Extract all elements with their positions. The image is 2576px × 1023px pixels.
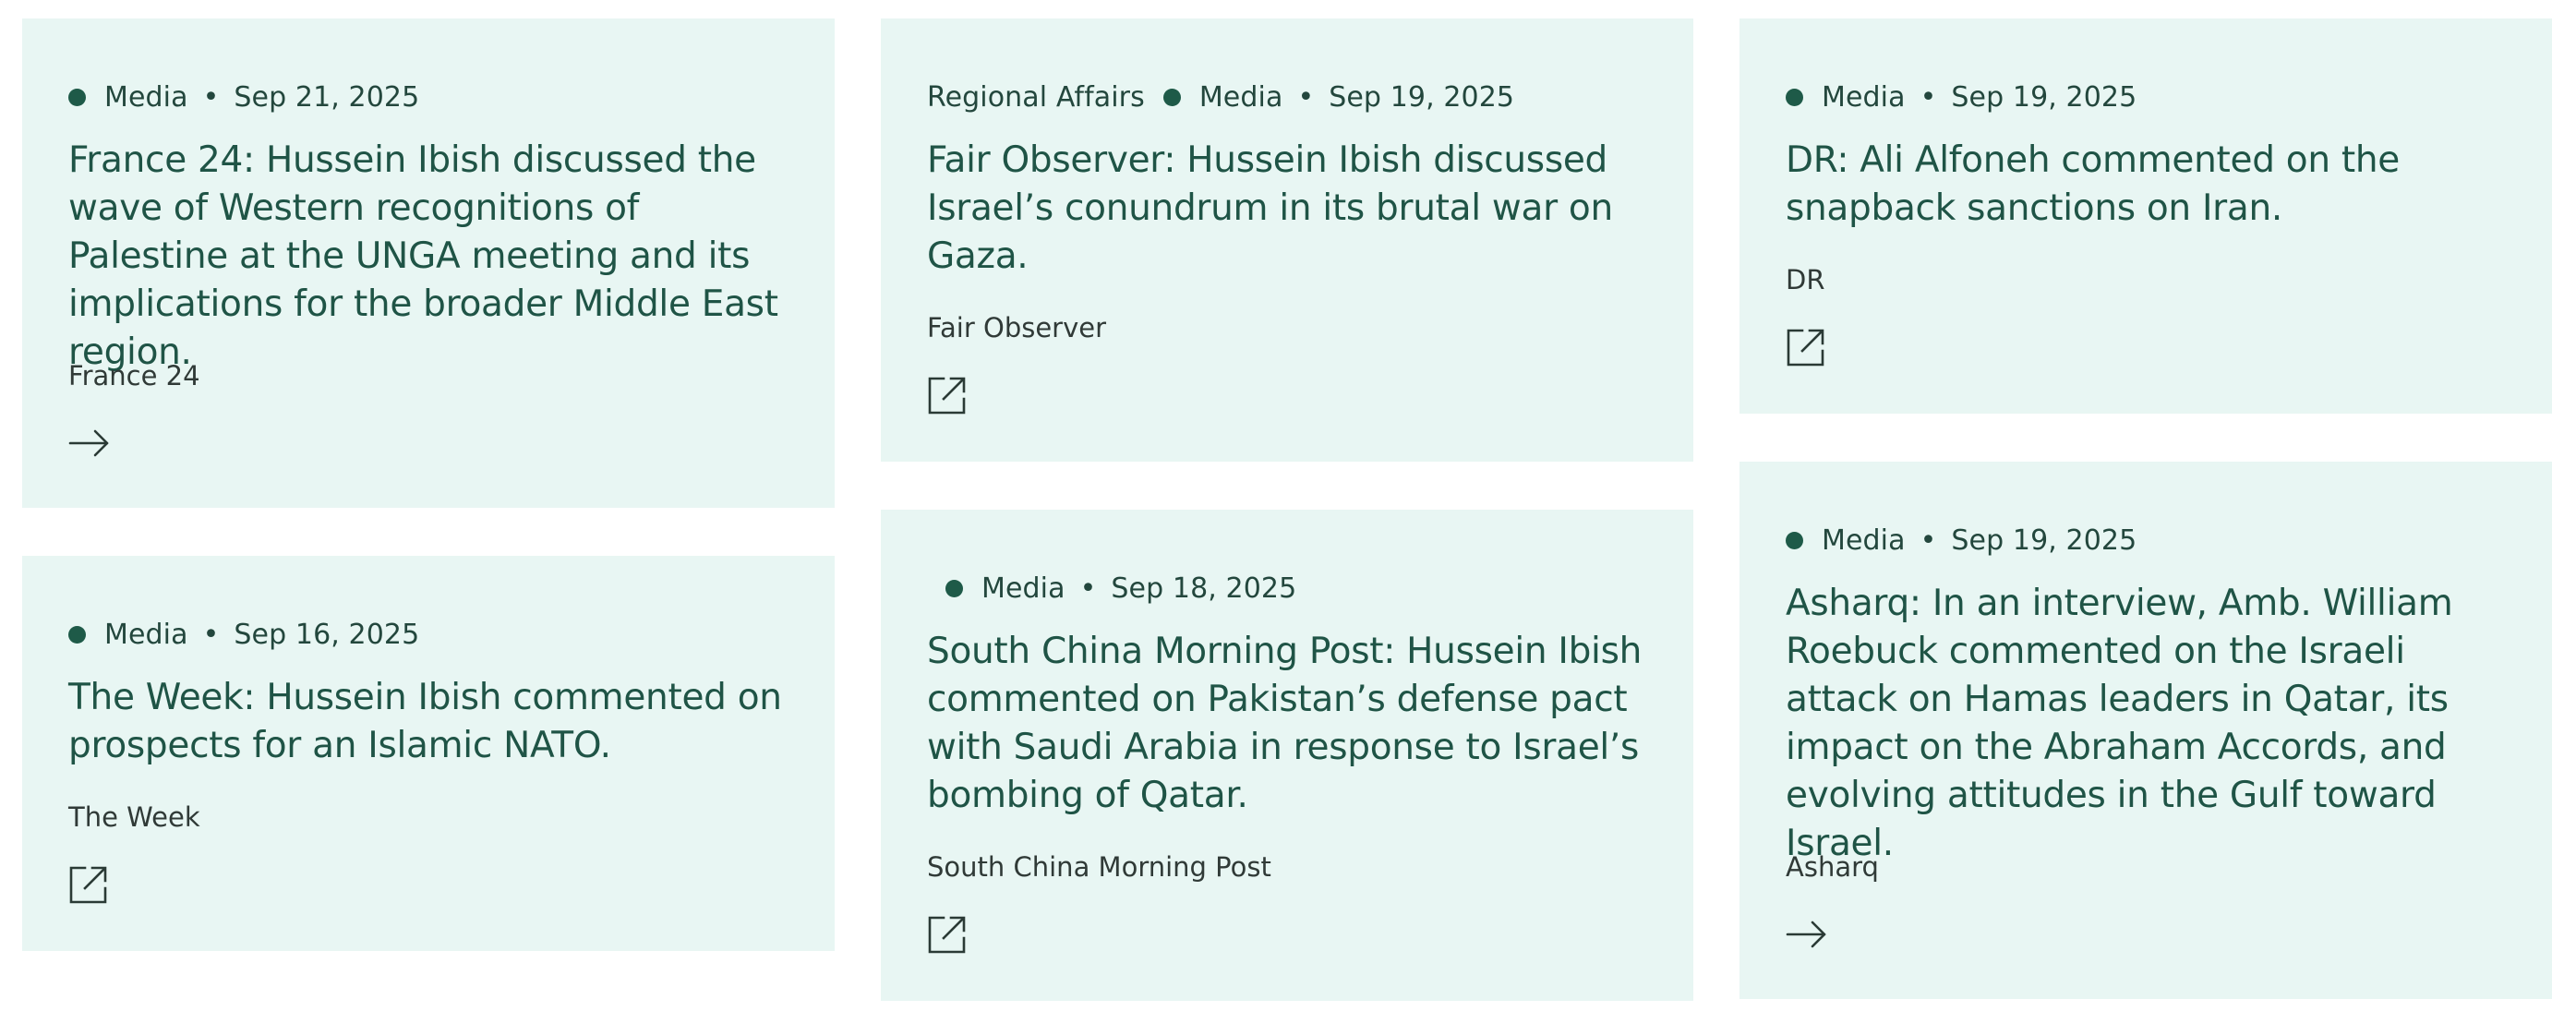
meta-separator: • bbox=[1920, 524, 1937, 557]
meta-separator: • bbox=[202, 619, 220, 651]
card-date: Sep 19, 2025 bbox=[1329, 81, 1515, 114]
card-meta: Regional Affairs Media • Sep 19, 2025 bbox=[927, 81, 1514, 114]
external-link-icon[interactable] bbox=[68, 864, 109, 905]
category-dot bbox=[68, 626, 86, 644]
card-title[interactable]: France 24: Hussein Ibish discussed the w… bbox=[68, 137, 798, 377]
card-category: Media bbox=[1198, 81, 1283, 114]
card-source: France 24 bbox=[68, 360, 200, 391]
meta-separator: • bbox=[202, 81, 220, 114]
category-dot bbox=[1786, 532, 1803, 549]
arrow-right-icon[interactable] bbox=[1786, 914, 1826, 955]
card-meta: Media • Sep 16, 2025 bbox=[68, 619, 419, 651]
article-card-dr[interactable]: Media • Sep 19, 2025 DR: Ali Alfoneh com… bbox=[1739, 18, 2552, 414]
arrow-right-icon[interactable] bbox=[68, 423, 109, 463]
meta-separator: • bbox=[1920, 81, 1937, 114]
card-date: Sep 16, 2025 bbox=[234, 619, 420, 651]
card-date: Sep 21, 2025 bbox=[234, 81, 420, 114]
card-source: Fair Observer bbox=[927, 312, 1107, 343]
article-card-scmp[interactable]: Media • Sep 18, 2025 South China Morning… bbox=[881, 510, 1693, 1001]
card-source: South China Morning Post bbox=[927, 851, 1271, 883]
external-link-icon[interactable] bbox=[1786, 327, 1826, 367]
card-source: DR bbox=[1786, 264, 1825, 295]
card-category: Media bbox=[104, 81, 188, 114]
category-dot bbox=[68, 89, 86, 106]
category-dot bbox=[945, 580, 963, 597]
article-card-asharq[interactable]: Media • Sep 19, 2025 Asharq: In an inter… bbox=[1739, 462, 2552, 999]
card-title[interactable]: Fair Observer: Hussein Ibish discussed I… bbox=[927, 137, 1656, 281]
card-region[interactable]: Regional Affairs bbox=[927, 81, 1145, 114]
card-title[interactable]: The Week: Hussein Ibish commented on pro… bbox=[68, 674, 798, 770]
article-card-fair-observer[interactable]: Regional Affairs Media • Sep 19, 2025 Fa… bbox=[881, 18, 1693, 462]
category-dot bbox=[1786, 89, 1803, 106]
card-category: Media bbox=[981, 572, 1065, 605]
card-title[interactable]: Asharq: In an interview, Amb. William Ro… bbox=[1786, 580, 2515, 868]
card-date: Sep 19, 2025 bbox=[1951, 524, 2137, 557]
card-title[interactable]: DR: Ali Alfoneh commented on the snapbac… bbox=[1786, 137, 2515, 233]
card-title[interactable]: South China Morning Post: Hussein Ibish … bbox=[927, 628, 1656, 820]
card-date: Sep 19, 2025 bbox=[1951, 81, 2137, 114]
article-card-the-week[interactable]: Media • Sep 16, 2025 The Week: Hussein I… bbox=[22, 556, 835, 951]
card-category: Media bbox=[104, 619, 188, 651]
external-link-icon[interactable] bbox=[927, 914, 968, 955]
external-link-icon[interactable] bbox=[927, 375, 968, 415]
article-card-france24[interactable]: Media • Sep 21, 2025 France 24: Hussein … bbox=[22, 18, 835, 508]
card-category: Media bbox=[1822, 81, 1906, 114]
card-category: Media bbox=[1822, 524, 1906, 557]
card-meta: Media • Sep 18, 2025 bbox=[945, 572, 1296, 605]
card-meta: Media • Sep 19, 2025 bbox=[1786, 524, 2137, 557]
card-source: Asharq bbox=[1786, 851, 1879, 883]
card-meta: Media • Sep 21, 2025 bbox=[68, 81, 419, 114]
category-dot bbox=[1162, 89, 1181, 106]
card-meta: Media • Sep 19, 2025 bbox=[1786, 81, 2137, 114]
meta-separator: • bbox=[1297, 81, 1315, 114]
card-date: Sep 18, 2025 bbox=[1111, 572, 1297, 605]
card-source: The Week bbox=[68, 801, 200, 833]
meta-separator: • bbox=[1079, 572, 1097, 605]
